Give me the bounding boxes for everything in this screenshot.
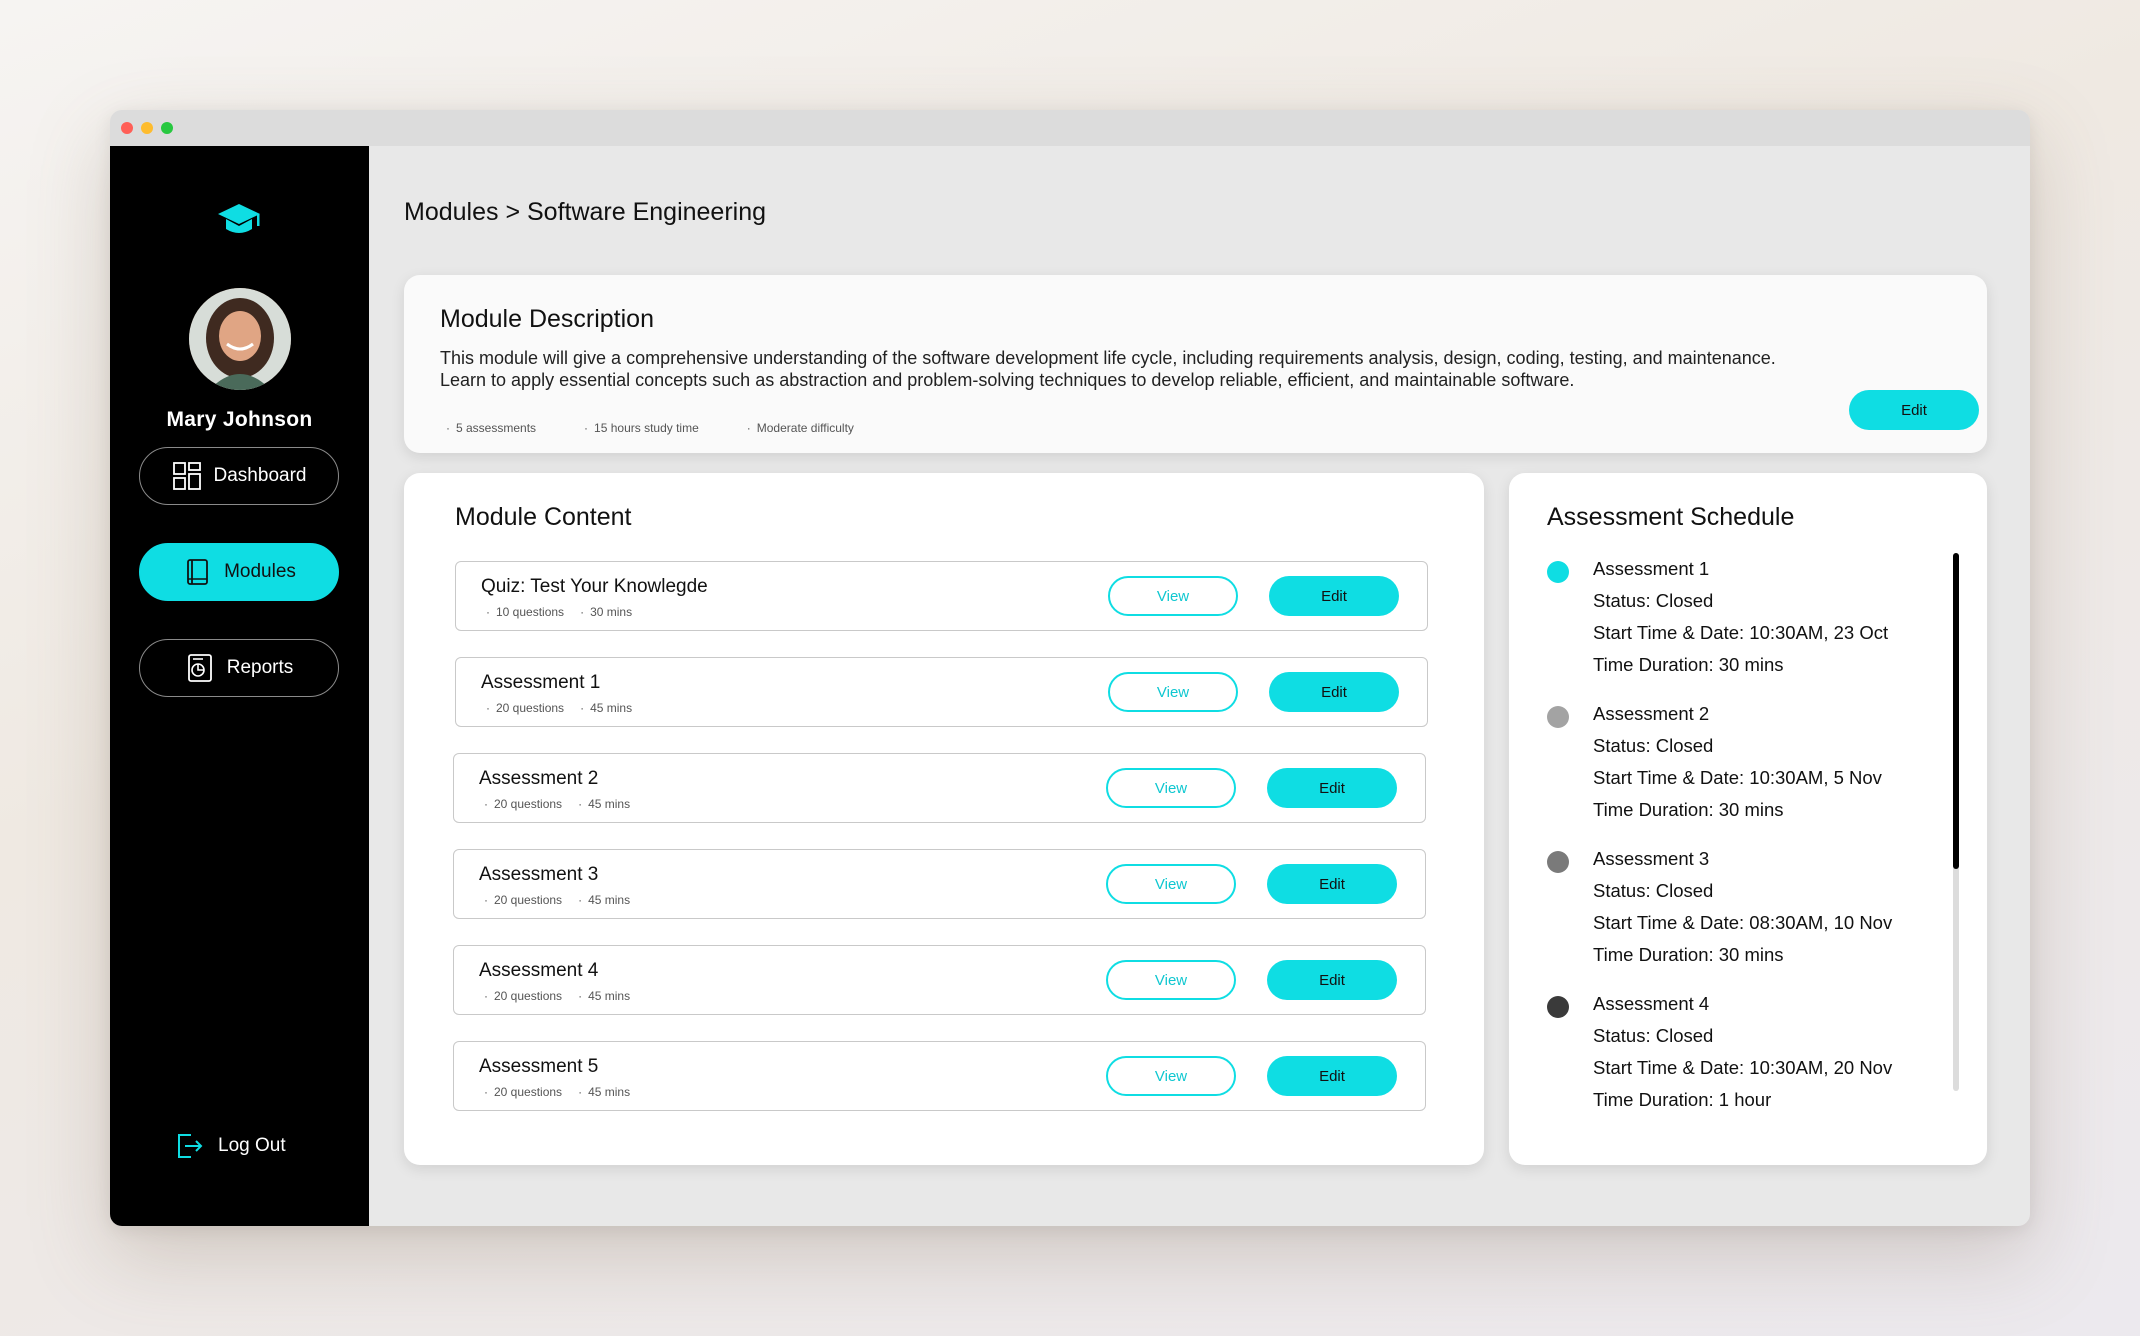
item-questions: 20 questions: [486, 701, 564, 715]
item-questions: 10 questions: [486, 605, 564, 619]
schedule-item-start: Start Time & Date: 10:30AM, 20 Nov: [1593, 1057, 1893, 1078]
edit-button[interactable]: Edit: [1267, 768, 1397, 808]
module-content-card: Module Content Quiz: Test Your Knowlegde…: [404, 473, 1484, 1165]
item-questions: 20 questions: [484, 893, 562, 907]
report-icon: [187, 654, 212, 682]
schedule-item-status: Status: Closed: [1593, 1025, 1714, 1046]
edit-description-button[interactable]: Edit: [1849, 390, 1979, 430]
schedule-item-start: Start Time & Date: 10:30AM, 23 Oct: [1593, 622, 1889, 643]
content-item: Assessment 2 20 questions 45 mins View E…: [453, 753, 1426, 823]
item-questions: 20 questions: [484, 1085, 562, 1099]
view-button[interactable]: View: [1106, 1056, 1236, 1096]
module-description-card: Module Description This module will give…: [404, 275, 1987, 453]
item-title: Assessment 2: [479, 768, 599, 789]
item-duration: 30 mins: [580, 605, 632, 619]
item-duration: 45 mins: [578, 989, 630, 1003]
item-title: Quiz: Test Your Knowlegde: [481, 576, 708, 597]
sidebar-item-reports[interactable]: Reports: [139, 639, 339, 697]
schedule-item-duration: Time Duration: 1 hour: [1593, 1089, 1772, 1110]
meta-study-time: 15 hours study time: [584, 421, 699, 435]
user-name: Mary Johnson: [166, 408, 313, 431]
item-questions: 20 questions: [484, 989, 562, 1003]
schedule-item-start: Start Time & Date: 10:30AM, 5 Nov: [1593, 767, 1882, 788]
logout-label: Log Out: [218, 1135, 286, 1156]
breadcrumb: Modules > Software Engineering: [404, 198, 767, 226]
item-duration: 45 mins: [578, 893, 630, 907]
schedule-item-name: Assessment 3: [1593, 848, 1710, 869]
title-bar: [110, 110, 2030, 146]
item-meta: 20 questions 45 mins: [484, 989, 630, 1003]
schedule-item-name: Assessment 2: [1593, 703, 1710, 724]
assessment-schedule-card: Assessment Schedule Assessment 1 Status:…: [1509, 473, 1987, 1165]
view-button[interactable]: View: [1106, 864, 1236, 904]
edit-button[interactable]: Edit: [1269, 576, 1399, 616]
avatar[interactable]: [189, 288, 291, 390]
content-item: Quiz: Test Your Knowlegde 10 questions 3…: [455, 561, 1428, 631]
content-item: Assessment 4 20 questions 45 mins View E…: [453, 945, 1426, 1015]
status-dot: [1547, 996, 1569, 1018]
scrollbar-thumb[interactable]: [1953, 553, 1959, 869]
schedule-scrollbar[interactable]: [1953, 553, 1959, 1091]
item-meta: 20 questions 45 mins: [484, 893, 630, 907]
item-questions: 20 questions: [484, 797, 562, 811]
content-item: Assessment 1 20 questions 45 mins View E…: [455, 657, 1428, 727]
section-title: Assessment Schedule: [1547, 503, 1795, 531]
schedule-item-name: Assessment 1: [1593, 558, 1710, 579]
section-title: Module Content: [455, 503, 632, 531]
sidebar-item-dashboard[interactable]: Dashboard: [139, 447, 339, 505]
item-title: Assessment 4: [479, 960, 599, 981]
view-button[interactable]: View: [1106, 768, 1236, 808]
item-meta: 10 questions 30 mins: [486, 605, 632, 619]
app-window: Mary Johnson Dashboard Modules Reports L…: [110, 110, 2030, 1226]
schedule-item-status: Status: Closed: [1593, 735, 1714, 756]
item-meta: 20 questions 45 mins: [484, 1085, 630, 1099]
module-meta: 5 assessments 15 hours study time Modera…: [446, 421, 854, 435]
schedule-item-duration: Time Duration: 30 mins: [1593, 799, 1784, 820]
status-dot: [1547, 561, 1569, 583]
section-title: Module Description: [440, 305, 654, 333]
edit-button[interactable]: Edit: [1267, 864, 1397, 904]
view-button[interactable]: View: [1108, 576, 1238, 616]
item-duration: 45 mins: [580, 701, 632, 715]
close-window-button[interactable]: [121, 122, 133, 134]
sidebar-item-modules[interactable]: Modules: [139, 543, 339, 601]
sidebar-item-label: Reports: [226, 657, 294, 678]
minimize-window-button[interactable]: [141, 122, 153, 134]
meta-assessments: 5 assessments: [446, 421, 536, 435]
book-icon: [187, 559, 208, 585]
item-title: Assessment 5: [479, 1056, 599, 1077]
schedule-item-status: Status: Closed: [1593, 880, 1714, 901]
schedule-item-duration: Time Duration: 30 mins: [1593, 654, 1784, 675]
content-item: Assessment 5 20 questions 45 mins View E…: [453, 1041, 1426, 1111]
status-dot: [1547, 851, 1569, 873]
content-item: Assessment 3 20 questions 45 mins View E…: [453, 849, 1426, 919]
module-description-text: This module will give a comprehensive un…: [440, 348, 1776, 390]
status-dot: [1547, 706, 1569, 728]
view-button[interactable]: View: [1108, 672, 1238, 712]
item-meta: 20 questions 45 mins: [484, 797, 630, 811]
logout-icon: [178, 1134, 203, 1158]
main-content: Modules > Software Engineering Module De…: [369, 146, 2030, 1226]
logout-button[interactable]: Log Out: [174, 1131, 286, 1161]
graduation-cap-icon: [218, 204, 260, 233]
schedule-item-duration: Time Duration: 30 mins: [1593, 944, 1784, 965]
item-meta: 20 questions 45 mins: [486, 701, 632, 715]
item-duration: 45 mins: [578, 1085, 630, 1099]
schedule-item-status: Status: Closed: [1593, 590, 1714, 611]
view-button[interactable]: View: [1106, 960, 1236, 1000]
schedule-item-name: Assessment 4: [1593, 993, 1710, 1014]
dashboard-icon: [172, 462, 201, 490]
schedule-item-start: Start Time & Date: 08:30AM, 10 Nov: [1593, 912, 1893, 933]
item-title: Assessment 1: [481, 672, 601, 693]
item-title: Assessment 3: [479, 864, 599, 885]
edit-button[interactable]: Edit: [1267, 1056, 1397, 1096]
sidebar-item-label: Modules: [224, 561, 296, 582]
sidebar-item-label: Dashboard: [213, 465, 307, 486]
edit-button[interactable]: Edit: [1267, 960, 1397, 1000]
item-duration: 45 mins: [578, 797, 630, 811]
sidebar: Mary Johnson Dashboard Modules Reports L…: [110, 146, 369, 1226]
maximize-window-button[interactable]: [161, 122, 173, 134]
edit-button[interactable]: Edit: [1269, 672, 1399, 712]
meta-difficulty: Moderate difficulty: [747, 421, 854, 435]
